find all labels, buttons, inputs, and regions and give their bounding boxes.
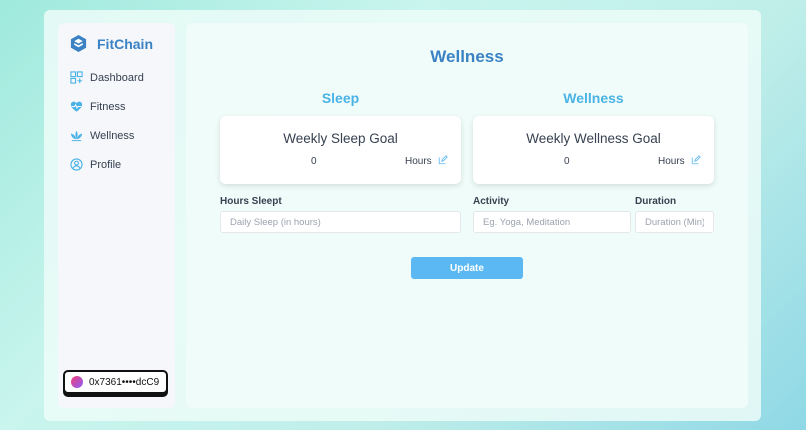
wellness-goal-unit: Hours	[658, 156, 685, 167]
wallet-button[interactable]: 0x7361••••dcC9	[63, 370, 168, 394]
sleep-goal-unit: Hours	[405, 156, 432, 167]
update-button[interactable]: Update	[411, 257, 523, 279]
hours-slept-label: Hours Sleept	[220, 196, 282, 207]
brand[interactable]: FitChain	[69, 34, 153, 53]
sidebar-item-label: Wellness	[90, 129, 135, 142]
wallet-avatar-icon	[71, 376, 83, 388]
lotus-icon	[70, 130, 83, 142]
sidebar-item-label: Dashboard	[90, 71, 144, 84]
activity-input[interactable]	[473, 211, 631, 233]
sleep-section-title: Sleep	[321, 90, 360, 106]
wellness-goal-title: Weekly Wellness Goal	[526, 131, 661, 146]
edit-icon[interactable]	[691, 155, 701, 165]
duration-input[interactable]	[635, 211, 714, 233]
user-circle-icon	[70, 158, 83, 171]
sleep-goal-card: Weekly Sleep Goal 0 Hours	[220, 116, 461, 184]
wellness-section-title: Wellness	[563, 90, 624, 106]
page-title: Wellness	[430, 47, 504, 66]
sidebar-item-profile[interactable]: Profile	[70, 158, 121, 171]
wellness-goal-card: Weekly Wellness Goal 0 Hours	[473, 116, 714, 184]
fitchain-logo-icon	[70, 34, 87, 53]
heart-pulse-icon	[70, 101, 83, 112]
dashboard-icon	[70, 71, 83, 84]
main-panel: Wellness Sleep Wellness Weekly Sleep Goa…	[186, 23, 748, 408]
sidebar-item-label: Fitness	[90, 100, 126, 113]
sidebar-item-wellness[interactable]: Wellness	[70, 129, 134, 142]
hours-slept-input[interactable]	[220, 211, 461, 233]
activity-label: Activity	[473, 196, 510, 207]
edit-icon[interactable]	[438, 155, 448, 165]
duration-label: Duration	[635, 196, 677, 207]
sidebar-item-fitness[interactable]: Fitness	[70, 100, 125, 113]
sidebar-item-label: Profile	[90, 158, 122, 171]
sidebar-item-dashboard[interactable]: Dashboard	[70, 71, 144, 84]
sleep-goal-value: 0	[311, 156, 317, 167]
brand-name: FitChain	[97, 35, 153, 52]
sleep-goal-title: Weekly Sleep Goal	[283, 131, 398, 146]
wallet-address: 0x7361••••dcC9	[89, 376, 160, 388]
wellness-goal-value: 0	[564, 156, 570, 167]
sidebar: FitChain Dashboard Fitness Wellness Prof…	[58, 23, 175, 408]
